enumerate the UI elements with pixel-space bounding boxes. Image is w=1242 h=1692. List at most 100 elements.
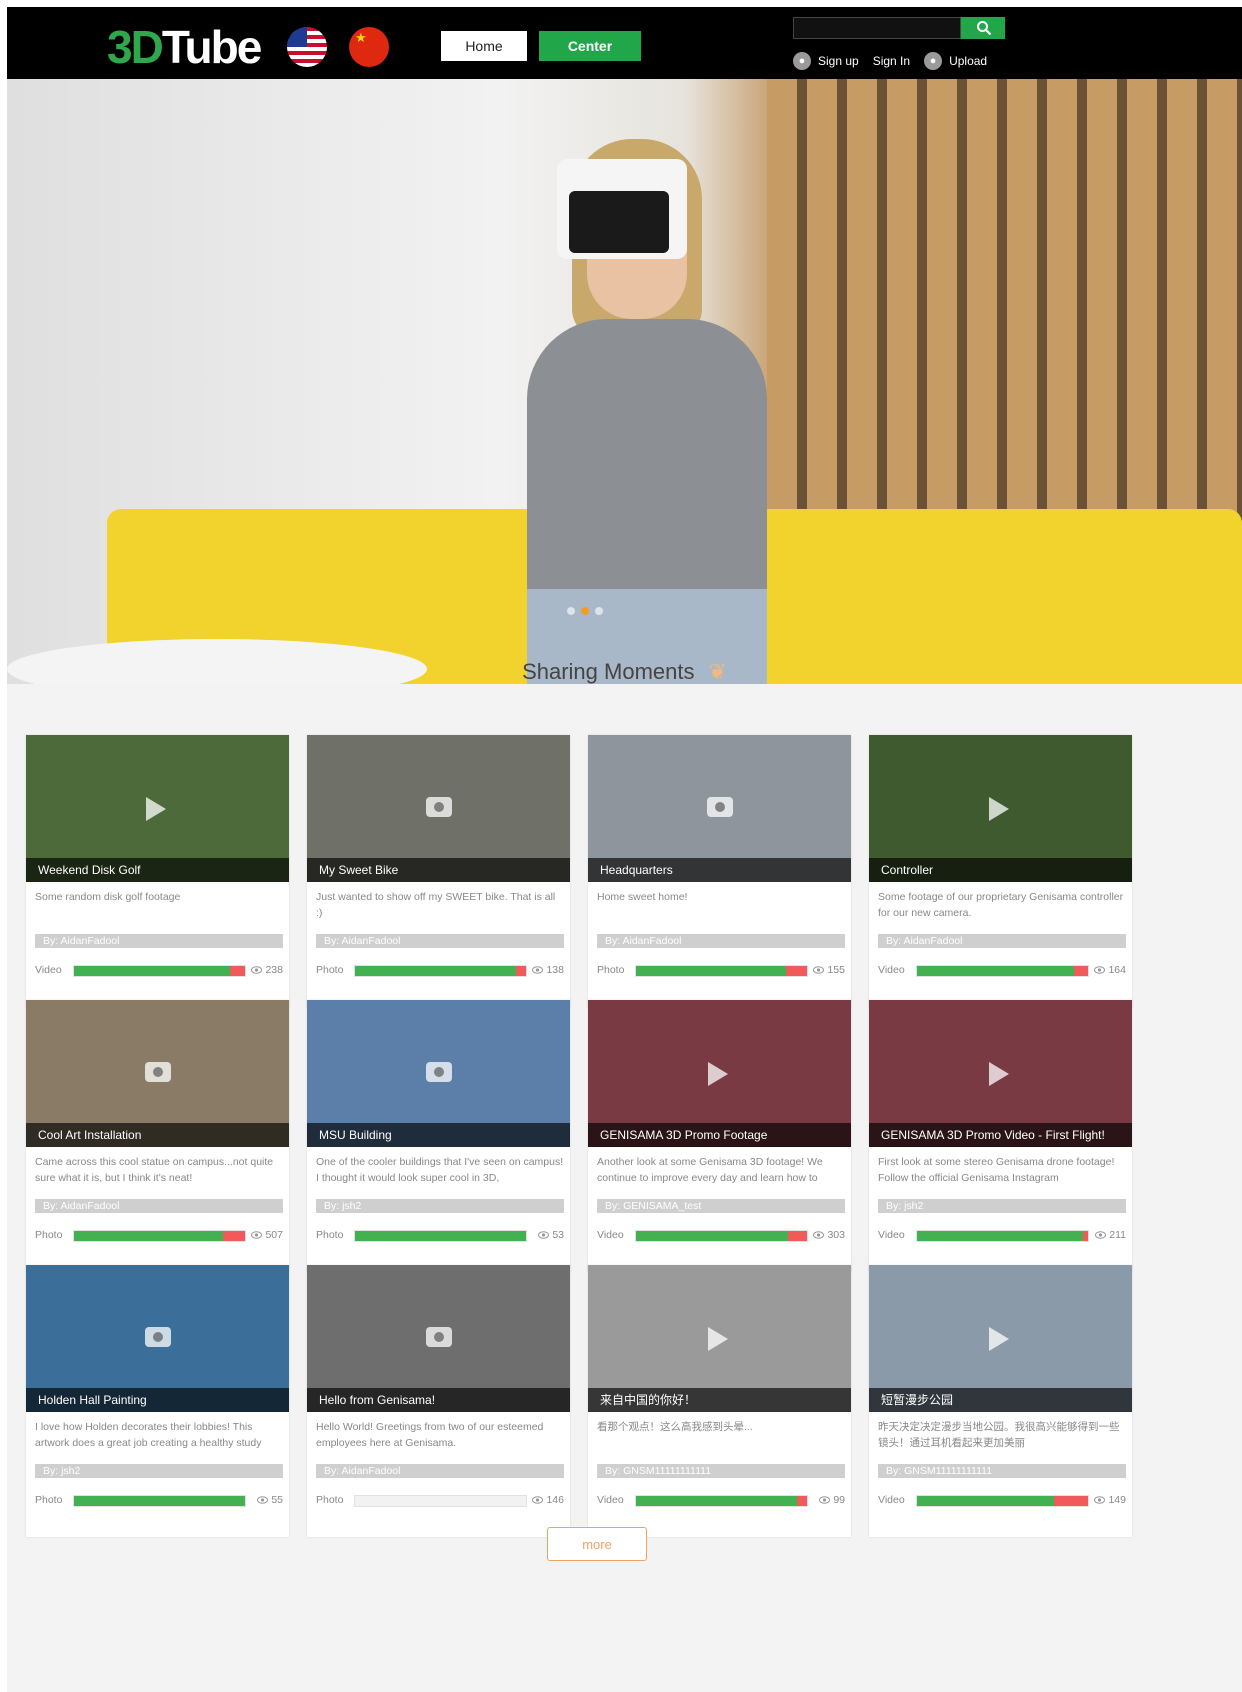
- view-count-value: 507: [265, 1229, 283, 1241]
- card-title[interactable]: 来自中国的你好！: [588, 1388, 851, 1412]
- eye-icon: [813, 966, 825, 974]
- eye-icon: [819, 1496, 831, 1504]
- center-button[interactable]: Center: [539, 31, 641, 61]
- card-author[interactable]: By: GNSM11111111111: [878, 1464, 1126, 1478]
- media-card[interactable]: MSU Building One of the cooler buildings …: [307, 1000, 570, 1272]
- signup-link[interactable]: Sign up: [818, 54, 859, 68]
- eye-icon: [1094, 966, 1106, 974]
- signin-link[interactable]: Sign In: [873, 54, 910, 68]
- like-fill: [917, 1231, 1083, 1241]
- rating-bar: [916, 1230, 1089, 1242]
- search-input[interactable]: [793, 17, 961, 39]
- card-title[interactable]: Headquarters: [588, 858, 851, 882]
- card-title[interactable]: Hello from Genisama!: [307, 1388, 570, 1412]
- upload-link[interactable]: Upload: [949, 54, 987, 68]
- view-count-value: 238: [265, 964, 283, 976]
- media-type-label: Video: [597, 1494, 624, 1506]
- card-author[interactable]: By: AidanFadool: [35, 934, 283, 948]
- card-description: 昨天决定决定漫步当地公园。我很高兴能够得到一些镜头！通过耳机看起来更加美丽: [878, 1421, 1120, 1449]
- card-title[interactable]: Weekend Disk Golf: [26, 858, 289, 882]
- view-count: 55: [257, 1494, 283, 1506]
- rating-bar: [635, 1495, 808, 1507]
- media-card[interactable]: Cool Art Installation Came across this co…: [26, 1000, 289, 1272]
- search-icon: [977, 21, 992, 36]
- card-description: Just wanted to show off my SWEET bike. T…: [316, 891, 556, 919]
- upload-icon: ●: [924, 52, 943, 70]
- card-meta: Video 99: [597, 1494, 845, 1508]
- media-thumbnail[interactable]: Holden Hall Painting: [26, 1265, 289, 1412]
- card-author[interactable]: By: AidanFadool: [597, 934, 845, 948]
- card-author[interactable]: By: AidanFadool: [316, 934, 564, 948]
- rating-bar: [635, 1230, 808, 1242]
- media-thumbnail[interactable]: Weekend Disk Golf: [26, 735, 289, 882]
- card-title[interactable]: 短暂漫步公园: [869, 1388, 1132, 1412]
- card-author[interactable]: By: jsh2: [316, 1199, 564, 1213]
- view-count: 507: [251, 1229, 283, 1241]
- home-button[interactable]: Home: [441, 31, 527, 61]
- media-thumbnail[interactable]: Headquarters: [588, 735, 851, 882]
- card-title[interactable]: GENISAMA 3D Promo Video - First Flight!: [869, 1123, 1132, 1147]
- card-author[interactable]: By: GENISAMA_test: [597, 1199, 845, 1213]
- card-author[interactable]: By: AidanFadool: [878, 934, 1126, 948]
- china-flag-icon[interactable]: ★: [349, 27, 389, 67]
- card-meta: Video 303: [597, 1229, 845, 1243]
- media-thumbnail[interactable]: GENISAMA 3D Promo Footage: [588, 1000, 851, 1147]
- media-card[interactable]: My Sweet Bike Just wanted to show off my …: [307, 735, 570, 1007]
- media-type-label: Photo: [35, 1229, 63, 1241]
- media-thumbnail[interactable]: 短暂漫步公园: [869, 1265, 1132, 1412]
- view-count: 138: [532, 964, 564, 976]
- eye-icon: [1095, 1231, 1107, 1239]
- media-card[interactable]: Headquarters Home sweet home! By: AidanFad…: [588, 735, 851, 1007]
- search-button[interactable]: [961, 17, 1005, 39]
- user-icon: ●: [793, 52, 811, 70]
- media-thumbnail[interactable]: My Sweet Bike: [307, 735, 570, 882]
- eye-icon: [257, 1496, 269, 1504]
- card-author[interactable]: By: jsh2: [878, 1199, 1126, 1213]
- media-thumbnail[interactable]: GENISAMA 3D Promo Video - First Flight!: [869, 1000, 1132, 1147]
- card-title[interactable]: Controller: [869, 858, 1132, 882]
- carousel-dot[interactable]: [595, 607, 603, 615]
- media-thumbnail[interactable]: Cool Art Installation: [26, 1000, 289, 1147]
- card-meta: Video 238: [35, 964, 283, 978]
- media-type-label: Photo: [316, 964, 344, 976]
- more-button[interactable]: more: [547, 1527, 647, 1561]
- card-title[interactable]: GENISAMA 3D Promo Footage: [588, 1123, 851, 1147]
- media-card[interactable]: GENISAMA 3D Promo Video - First Flight! F…: [869, 1000, 1132, 1272]
- card-author[interactable]: By: GNSM11111111111: [597, 1464, 845, 1478]
- view-count: 53: [538, 1229, 564, 1241]
- card-meta: Video 164: [878, 964, 1126, 978]
- eye-icon: [532, 1496, 544, 1504]
- carousel-dot[interactable]: [567, 607, 575, 615]
- site-logo[interactable]: 3DTube: [107, 23, 262, 71]
- card-author[interactable]: By: AidanFadool: [316, 1464, 564, 1478]
- media-thumbnail[interactable]: 来自中国的你好！: [588, 1265, 851, 1412]
- media-card[interactable]: GENISAMA 3D Promo Footage Another look at…: [588, 1000, 851, 1272]
- card-description: Some random disk golf footage: [35, 891, 181, 903]
- rating-bar: [73, 965, 246, 977]
- carousel-dot-active[interactable]: [581, 607, 589, 615]
- media-card[interactable]: 来自中国的你好！ 看那个观点！这么高我感到头晕... By: GNSM1111111…: [588, 1265, 851, 1537]
- hero-banner[interactable]: [7, 79, 1242, 684]
- view-count-value: 149: [1108, 1494, 1126, 1506]
- media-card[interactable]: Hello from Genisama! Hello World! Greetin…: [307, 1265, 570, 1537]
- card-title[interactable]: Holden Hall Painting: [26, 1388, 289, 1412]
- media-card[interactable]: Holden Hall Painting I love how Holden de…: [26, 1265, 289, 1537]
- card-title[interactable]: Cool Art Installation: [26, 1123, 289, 1147]
- us-flag-icon[interactable]: [287, 27, 327, 67]
- media-thumbnail[interactable]: Controller: [869, 735, 1132, 882]
- card-author[interactable]: By: AidanFadool: [35, 1199, 283, 1213]
- user-links: ● Sign up Sign In ● Upload: [793, 51, 1001, 71]
- camera-icon: [145, 1327, 171, 1347]
- card-author[interactable]: By: jsh2: [35, 1464, 283, 1478]
- camera-icon: [707, 797, 733, 817]
- card-title[interactable]: MSU Building: [307, 1123, 570, 1147]
- card-description: One of the cooler buildings that I've se…: [316, 1156, 564, 1184]
- media-card[interactable]: Controller Some footage of our proprietar…: [869, 735, 1132, 1007]
- card-title[interactable]: My Sweet Bike: [307, 858, 570, 882]
- media-card[interactable]: Weekend Disk Golf Some random disk golf f…: [26, 735, 289, 1007]
- media-thumbnail[interactable]: Hello from Genisama!: [307, 1265, 570, 1412]
- media-thumbnail[interactable]: MSU Building: [307, 1000, 570, 1147]
- section-title: Sharing Moments ❦: [7, 659, 1242, 685]
- view-count-value: 155: [827, 964, 845, 976]
- media-card[interactable]: 短暂漫步公园昨天决定决定漫步当地公园。我很高兴能够得到一些镜头！通过耳机看起来更…: [869, 1265, 1132, 1537]
